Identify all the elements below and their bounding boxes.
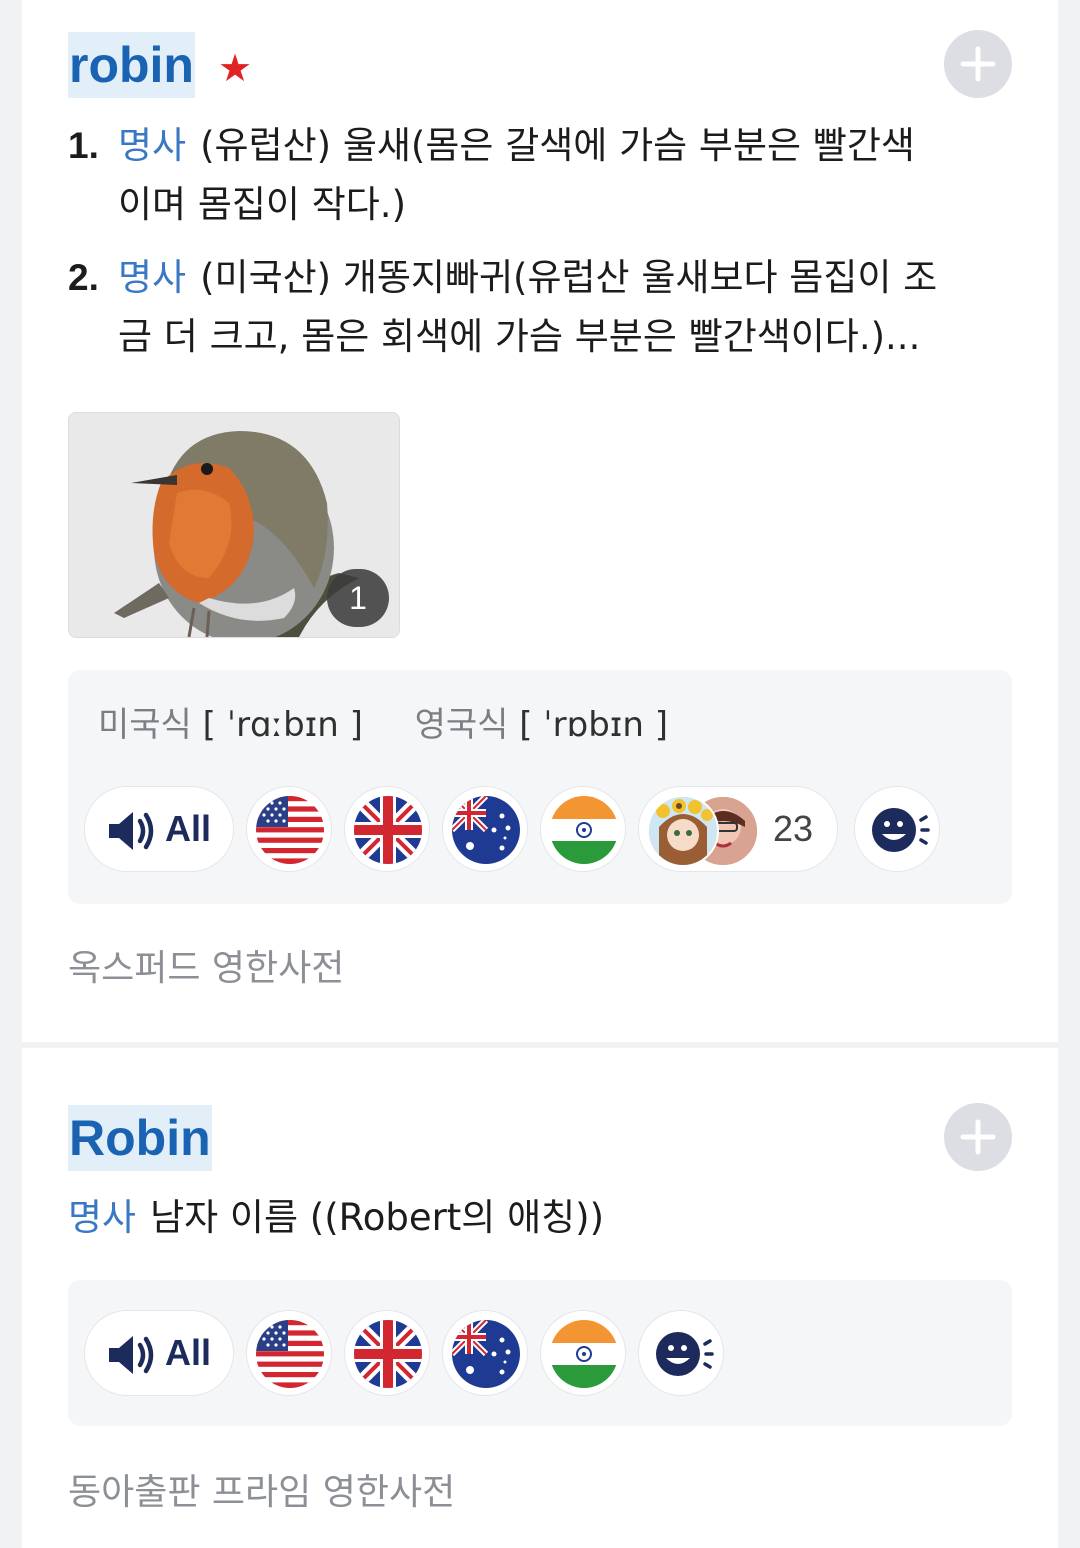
avatar (647, 795, 719, 867)
play-all-label: All (165, 808, 212, 849)
sense-number: 2. (68, 257, 99, 298)
part-of-speech: 명사 (118, 124, 187, 167)
voice-record-icon (870, 806, 930, 854)
user-recordings-count: 23 (773, 808, 814, 849)
record-voice-button[interactable] (638, 1310, 724, 1396)
definition-line: 남자 이름 ((Robert의 애칭)) (150, 1196, 605, 1239)
play-all-button[interactable]: All (84, 1310, 234, 1396)
dictionary-source[interactable]: 동아출판 프라임 영한사전 (68, 1468, 455, 1518)
in-audio-button[interactable] (540, 786, 626, 872)
entry-card-robin-name: Robin 명사 남자 이름 ((Robert의 애칭)) All 동아출판 프… (22, 1048, 1058, 1548)
headword[interactable]: robin (68, 32, 195, 98)
au-audio-button[interactable] (442, 1310, 528, 1396)
uk-audio-button[interactable] (344, 786, 430, 872)
voice-record-icon (654, 1330, 714, 1378)
uk-label: 영국식 (414, 705, 509, 745)
uk-ipa: [ ˈrɒbɪn ] (519, 705, 669, 745)
play-all-label: All (165, 1332, 212, 1373)
in-flag-icon (550, 1320, 618, 1388)
part-of-speech: 명사 (68, 1196, 137, 1239)
in-flag-icon (550, 796, 618, 864)
uk-flag-icon (354, 1320, 422, 1388)
au-flag-icon (452, 796, 520, 864)
add-to-wordbook-button[interactable] (944, 30, 1012, 98)
definition-line: (유럽산) 울새(몸은 갈색에 가슴 부분은 빨간색 (200, 124, 915, 167)
sense-1: 명사 남자 이름 ((Robert의 애칭)) (68, 1188, 1028, 1247)
user-recordings-button[interactable]: 23 (638, 786, 838, 872)
au-flag-icon (452, 1320, 520, 1388)
plus-icon (960, 1119, 996, 1155)
au-audio-button[interactable] (442, 786, 528, 872)
pronunciation-panel: All (68, 1280, 1012, 1426)
definition-line: 이며 몸집이 작다.) (118, 183, 406, 226)
uk-audio-button[interactable] (344, 1310, 430, 1396)
robin-image-thumbnail[interactable]: 1 (68, 412, 400, 638)
speaker-icon (107, 1334, 157, 1376)
definition-line: 금 더 크고, 몸은 회색에 가슴 부분은 빨간색이다.)... (118, 315, 921, 358)
us-flag-icon (256, 1320, 324, 1388)
us-ipa: [ ˈrɑːbɪn ] (202, 705, 363, 745)
sense-2: 2. 명사 (미국산) 개똥지빠귀(유럽산 울새보다 몸집이 조 금 더 크고, … (68, 248, 1028, 366)
speaker-icon (107, 810, 157, 852)
us-flag-icon (256, 796, 324, 864)
play-all-button[interactable]: All (84, 786, 234, 872)
image-count-badge: 1 (327, 569, 389, 627)
us-label: 미국식 (98, 705, 192, 745)
part-of-speech: 명사 (118, 256, 187, 299)
us-audio-button[interactable] (246, 1310, 332, 1396)
add-to-wordbook-button[interactable] (944, 1103, 1012, 1171)
uk-flag-icon (354, 796, 422, 864)
record-voice-button[interactable] (854, 786, 940, 872)
pronunciation-panel: 미국식 [ ˈrɑːbɪn ] 영국식 [ ˈrɒbɪn ] All 23 (68, 670, 1012, 904)
sense-number: 1. (68, 125, 99, 166)
dictionary-source[interactable]: 옥스퍼드 영한사전 (68, 944, 344, 994)
definition-line: (미국산) 개똥지빠귀(유럽산 울새보다 몸집이 조 (200, 256, 938, 299)
us-audio-button[interactable] (246, 786, 332, 872)
entry-card-robin: robin ★ 1. 명사 (유럽산) 울새(몸은 갈색에 가슴 부분은 빨간색 … (22, 0, 1058, 1042)
sense-1: 1. 명사 (유럽산) 울새(몸은 갈색에 가슴 부분은 빨간색 이며 몸집이 작… (68, 116, 1028, 234)
pronunciation-line: 미국식 [ ˈrɑːbɪn ] 영국식 [ ˈrɒbɪn ] (98, 696, 668, 754)
plus-icon (960, 46, 996, 82)
star-icon: ★ (218, 46, 253, 90)
in-audio-button[interactable] (540, 1310, 626, 1396)
headword[interactable]: Robin (68, 1105, 212, 1171)
